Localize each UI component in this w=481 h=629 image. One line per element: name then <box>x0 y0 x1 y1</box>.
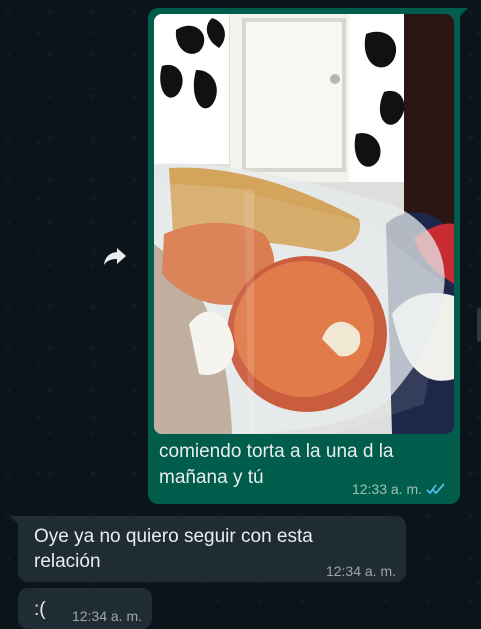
outgoing-message-time: 12:33 a. m. <box>351 481 422 497</box>
outgoing-message[interactable]: comiendo torta a la una d la mañana y tú… <box>148 8 468 504</box>
incoming-message-time: 12:34 a. m. <box>71 608 142 624</box>
incoming-message[interactable]: :( 12:34 a. m. <box>18 588 152 629</box>
double-check-read-icon <box>426 483 445 495</box>
incoming-message-text: Oye ya no quiero seguir con esta relació… <box>34 526 313 572</box>
incoming-message[interactable]: Oye ya no quiero seguir con esta relació… <box>10 516 406 582</box>
forward-button[interactable] <box>103 245 127 267</box>
outgoing-message-meta: 12:33 a. m. <box>352 481 446 497</box>
shared-photo[interactable] <box>154 14 454 434</box>
scroll-indicator[interactable] <box>477 308 481 342</box>
forward-arrow-icon <box>104 248 126 265</box>
incoming-message-time: 12:34 a. m. <box>325 563 396 579</box>
photo-image <box>154 14 454 434</box>
